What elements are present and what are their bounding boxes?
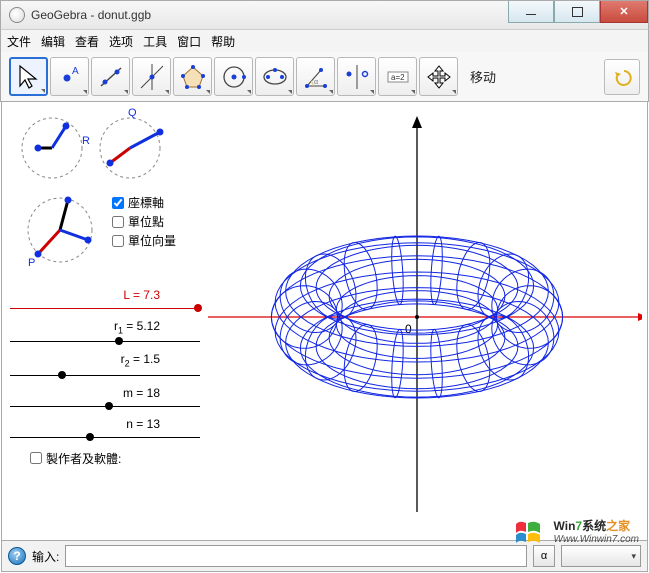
minimize-button[interactable]	[508, 1, 554, 23]
svg-text:α: α	[314, 79, 318, 86]
svg-text:P: P	[28, 257, 35, 268]
menu-file[interactable]: 文件	[7, 33, 31, 50]
tool-line[interactable]	[91, 57, 130, 96]
check-unitvec-label: 單位向量	[128, 232, 176, 249]
tool-mode-label: 移动	[470, 67, 496, 86]
tool-conic[interactable]	[255, 57, 294, 96]
slider-m-label: m = 18	[10, 386, 200, 400]
svg-text:R: R	[82, 135, 90, 147]
menu-help[interactable]: 帮助	[211, 33, 235, 50]
slider-n-label: n = 13	[10, 417, 200, 431]
window-buttons	[508, 1, 648, 23]
help-icon[interactable]: ?	[8, 547, 26, 565]
slider-m[interactable]: m = 18	[10, 386, 200, 407]
tool-move-view[interactable]	[419, 57, 458, 96]
torus-render: 0	[202, 102, 642, 532]
input-bar: ? 输入: α	[1, 540, 648, 572]
check-axes-box[interactable]	[112, 197, 124, 209]
app-icon	[9, 7, 25, 23]
menu-tools[interactable]: 工具	[143, 33, 167, 50]
graphics-view-3d[interactable]: 0	[202, 102, 647, 540]
input-label: 输入:	[32, 548, 59, 565]
svg-text:a=2: a=2	[391, 73, 405, 82]
menu-options[interactable]: 选项	[109, 33, 133, 50]
command-dropdown[interactable]	[561, 545, 641, 567]
algebra-panel: R Q P 座標軸 單位點 單位向量	[2, 102, 202, 540]
menu-view[interactable]: 查看	[75, 33, 99, 50]
menubar: 文件 编辑 查看 选项 工具 窗口 帮助	[0, 30, 649, 52]
check-unitvec-box[interactable]	[112, 235, 124, 247]
window-title: GeoGebra - donut.ggb	[31, 8, 151, 22]
slider-r1-label: r1 = 5.12	[10, 319, 200, 335]
command-input[interactable]	[65, 545, 527, 567]
check-axes-label: 座標軸	[128, 194, 164, 211]
tool-slider[interactable]: a=2	[378, 57, 417, 96]
slider-r1[interactable]: r1 = 5.12	[10, 319, 200, 342]
close-button[interactable]	[600, 1, 648, 23]
tool-perpendicular[interactable]	[132, 57, 171, 96]
toolbar: A α a=2 移动	[0, 52, 649, 102]
check-axes[interactable]: 座標軸	[112, 194, 202, 211]
tool-point[interactable]: A	[50, 57, 89, 96]
svg-text:Q: Q	[128, 108, 137, 119]
window-titlebar: GeoGebra - donut.ggb	[0, 0, 649, 30]
svg-text:0: 0	[405, 322, 412, 336]
slider-r2-label: r2 = 1.5	[10, 352, 200, 368]
check-unitpoint-label: 單位點	[128, 213, 164, 230]
check-author[interactable]: 製作者及軟體:	[30, 450, 200, 467]
tool-move[interactable]	[9, 57, 48, 96]
check-unitpoint[interactable]: 單位點	[112, 213, 202, 230]
maximize-button[interactable]	[554, 1, 600, 23]
menu-window[interactable]: 窗口	[177, 33, 201, 50]
tool-circle[interactable]	[214, 57, 253, 96]
symbol-button[interactable]: α	[533, 545, 555, 567]
slider-L-label: L = 7.3	[10, 288, 200, 302]
undo-button[interactable]	[604, 59, 640, 95]
check-author-box[interactable]	[30, 452, 42, 464]
tool-polygon[interactable]	[173, 57, 212, 96]
slider-r2[interactable]: r2 = 1.5	[10, 352, 200, 375]
svg-text:A: A	[72, 66, 79, 77]
slider-L[interactable]: L = 7.3	[10, 288, 200, 309]
slider-n[interactable]: n = 13	[10, 417, 200, 438]
main-area: R Q P 座標軸 單位點 單位向量	[1, 102, 648, 540]
tool-angle[interactable]: α	[296, 57, 335, 96]
check-unitvec[interactable]: 單位向量	[112, 232, 202, 249]
check-author-label: 製作者及軟體:	[46, 450, 121, 467]
menu-edit[interactable]: 编辑	[41, 33, 65, 50]
check-unitpoint-box[interactable]	[112, 216, 124, 228]
tool-reflect[interactable]	[337, 57, 376, 96]
